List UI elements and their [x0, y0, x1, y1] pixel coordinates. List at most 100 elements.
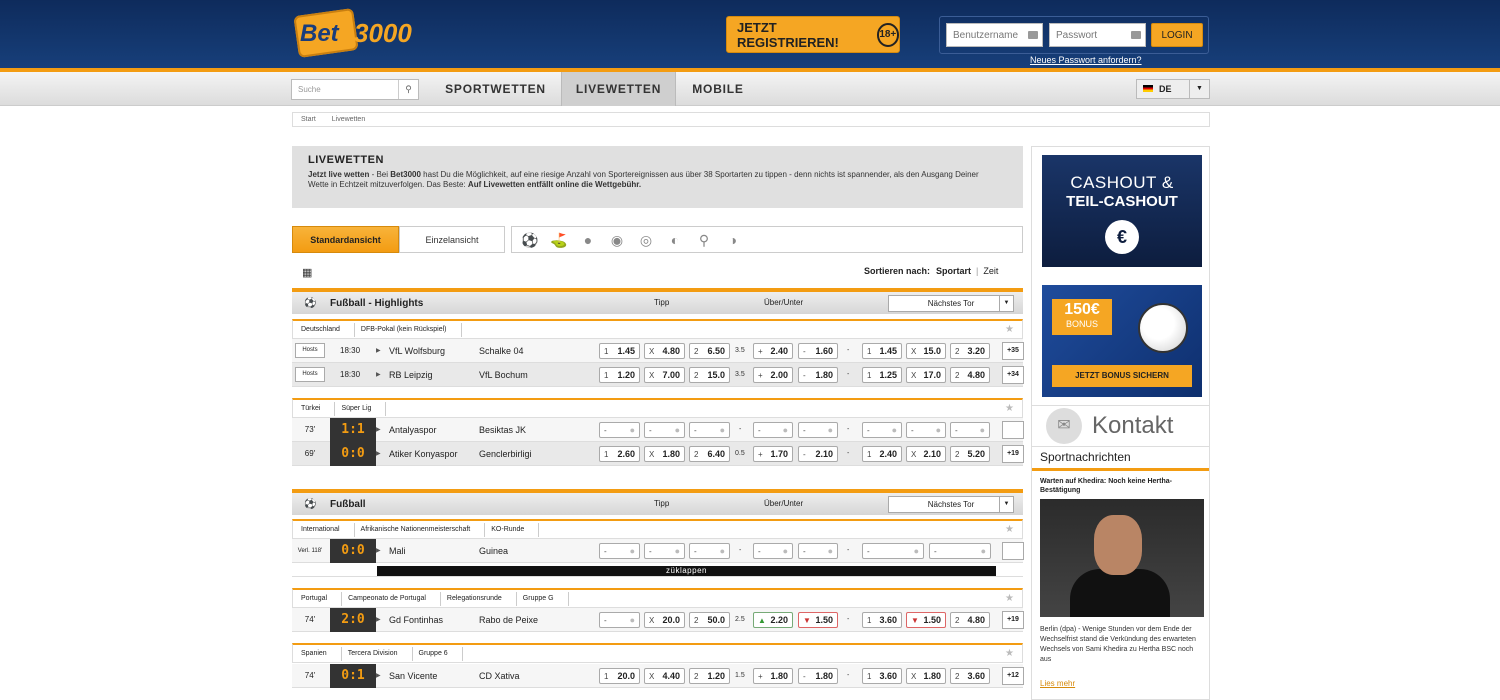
volleyball-icon[interactable]: ◑: [723, 231, 743, 249]
next-goal-none[interactable]: X 2.10: [906, 446, 946, 462]
hosts-button[interactable]: Hosts: [295, 343, 325, 358]
league-country[interactable]: International: [297, 522, 355, 537]
odd-away[interactable]: 2 6.50: [689, 343, 730, 359]
username-field[interactable]: Benutzername: [946, 23, 1043, 47]
next-goal-none[interactable]: X 15.0: [906, 343, 946, 359]
next-goal-home[interactable]: 1 1.45: [862, 343, 902, 359]
next-goal-home[interactable]: 1 3.60: [862, 668, 902, 684]
breadcrumb-start[interactable]: Start: [301, 116, 316, 123]
league-name[interactable]: Tercera Division: [344, 646, 413, 661]
next-goal-none[interactable]: ▼ 1.50: [906, 612, 946, 628]
next-goal-home[interactable]: 1 2.40: [862, 446, 902, 462]
contact-link[interactable]: ✉ Kontakt: [1032, 405, 1209, 447]
league-stage[interactable]: KO-Runde: [487, 522, 540, 537]
expand-arrow-icon[interactable]: ▶: [376, 664, 384, 688]
odd-away[interactable]: 2 15.0: [689, 367, 730, 383]
league-country[interactable]: Spanien: [297, 646, 342, 661]
login-button[interactable]: LOGIN: [1151, 23, 1203, 47]
more-markets-button[interactable]: +19: [1002, 445, 1024, 463]
next-goal-none[interactable]: X 17.0: [906, 367, 946, 383]
odd-draw[interactable]: X 7.00: [644, 367, 685, 383]
bonus-banner[interactable]: 150€ BONUS JETZT BONUS SICHERN: [1042, 285, 1202, 397]
next-goal-select[interactable]: Nächstes Tor ▼: [888, 496, 1014, 513]
nav-livewetten[interactable]: LIVEWETTEN: [561, 72, 676, 106]
expand-arrow-icon[interactable]: ▶: [376, 339, 384, 363]
odd-over[interactable]: ▲ 2.20: [753, 612, 793, 628]
league-name[interactable]: Süper Lig: [337, 401, 387, 416]
odd-over[interactable]: +2.40: [753, 343, 793, 359]
odd-under[interactable]: -1.60: [798, 343, 838, 359]
nav-sportwetten[interactable]: SPORTWETTEN: [430, 72, 561, 106]
tennis-icon[interactable]: ⚲: [694, 231, 714, 249]
odd-away[interactable]: 2 6.40: [689, 446, 730, 462]
register-button[interactable]: JETZT REGISTRIEREN! 18+: [726, 16, 900, 53]
league-country[interactable]: Türkei: [297, 401, 336, 416]
odd-under[interactable]: -2.10: [798, 446, 838, 462]
ice-hockey-icon[interactable]: ●: [578, 231, 598, 249]
next-goal-away[interactable]: 2 4.80: [950, 612, 990, 628]
star-icon[interactable]: ★: [1005, 593, 1014, 604]
password-field[interactable]: Passwort: [1049, 23, 1146, 47]
odd-home[interactable]: 1 1.45: [599, 343, 640, 359]
expand-arrow-icon[interactable]: ▶: [376, 539, 384, 563]
odd-draw[interactable]: X 4.80: [644, 343, 685, 359]
expand-arrow-icon[interactable]: ▶: [376, 363, 384, 387]
basketball-icon[interactable]: ◎: [636, 231, 656, 249]
more-markets-button[interactable]: +35: [1002, 342, 1024, 360]
next-goal-away[interactable]: 2 3.60: [950, 668, 990, 684]
expand-arrow-icon[interactable]: ▶: [376, 418, 384, 442]
single-view-button[interactable]: Einzelansicht: [399, 226, 505, 253]
more-markets-button[interactable]: +19: [1002, 611, 1024, 629]
next-goal-home[interactable]: 1 1.25: [862, 367, 902, 383]
forgot-password-link[interactable]: Neues Passwort anfordern?: [1030, 55, 1142, 65]
cashout-banner[interactable]: CASHOUT & TEIL-CASHOUT €: [1042, 155, 1202, 267]
golf-icon[interactable]: ⛳: [549, 231, 569, 249]
odd-over[interactable]: +2.00: [753, 367, 793, 383]
next-goal-none[interactable]: X 1.80: [906, 668, 946, 684]
odd-home[interactable]: 1 1.20: [599, 367, 640, 383]
odd-under[interactable]: -1.80: [798, 668, 838, 684]
next-goal-away[interactable]: 2 4.80: [950, 367, 990, 383]
league-country[interactable]: Portugal: [297, 591, 343, 606]
grid-view-icon[interactable]: ▦: [302, 266, 312, 279]
odd-away[interactable]: 2 1.20: [689, 668, 730, 684]
odd-under[interactable]: -1.80: [798, 367, 838, 383]
collapse-button[interactable]: züklappen: [377, 566, 996, 576]
odd-draw[interactable]: X 4.40: [644, 668, 685, 684]
odd-over[interactable]: +1.70: [753, 446, 793, 462]
next-goal-away[interactable]: 2 3.20: [950, 343, 990, 359]
odd-under[interactable]: ▼ 1.50: [798, 612, 838, 628]
news-image[interactable]: [1040, 499, 1204, 617]
star-icon[interactable]: ★: [1005, 403, 1014, 414]
expand-arrow-icon[interactable]: ▶: [376, 442, 384, 466]
league-name[interactable]: Campeonato de Portugal: [344, 591, 441, 606]
odd-over[interactable]: +1.80: [753, 668, 793, 684]
star-icon[interactable]: ★: [1005, 524, 1014, 535]
odd-home[interactable]: 1 20.0: [599, 668, 640, 684]
language-select[interactable]: DE ▼: [1136, 79, 1210, 99]
news-title[interactable]: Warten auf Khedira: Noch keine Hertha-Be…: [1040, 477, 1200, 495]
league-group[interactable]: Gruppe G: [519, 591, 569, 606]
expand-arrow-icon[interactable]: ▶: [376, 608, 384, 632]
bet3000-logo[interactable]: Bet 3000: [292, 8, 422, 58]
odd-draw[interactable]: X 1.80: [644, 446, 685, 462]
odd-away[interactable]: 2 50.0: [689, 612, 730, 628]
read-more-link[interactable]: Lies mehr: [1040, 679, 1075, 688]
league-stage[interactable]: Relegationsrunde: [443, 591, 517, 606]
more-markets-button[interactable]: +12: [1002, 667, 1024, 685]
odd-draw[interactable]: X 20.0: [644, 612, 685, 628]
globe-icon[interactable]: ◐: [665, 231, 685, 249]
nav-mobile[interactable]: MOBILE: [676, 72, 760, 106]
sort-by-sport[interactable]: Sportart: [936, 266, 971, 276]
star-icon[interactable]: ★: [1005, 648, 1014, 659]
soccer-icon[interactable]: ⚽: [520, 231, 540, 249]
search-icon[interactable]: ⚲: [398, 80, 418, 99]
odd-home[interactable]: 1 2.60: [599, 446, 640, 462]
next-goal-select[interactable]: Nächstes Tor ▼: [888, 295, 1014, 312]
bonus-cta-button[interactable]: JETZT BONUS SICHERN: [1052, 365, 1192, 387]
more-markets-button[interactable]: [1002, 421, 1024, 439]
football-icon[interactable]: ◉: [607, 231, 627, 249]
next-goal-away[interactable]: 2 5.20: [950, 446, 990, 462]
league-country[interactable]: Deutschland: [297, 322, 355, 337]
search-input[interactable]: Suche ⚲: [291, 79, 419, 100]
